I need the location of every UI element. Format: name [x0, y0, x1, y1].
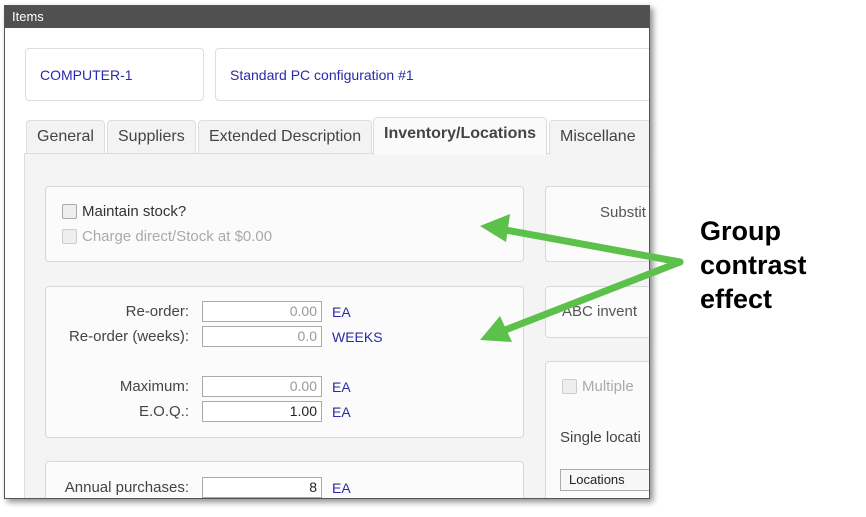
annotation-line: effect — [700, 284, 773, 314]
annotation-line: contrast — [700, 250, 807, 280]
arrow-head-1 — [480, 214, 510, 242]
arrow-line-2 — [496, 258, 684, 336]
annotation-line: Group — [700, 216, 781, 246]
annotation-text: Group contrast effect — [700, 214, 807, 316]
arrow-line-1 — [496, 225, 684, 266]
